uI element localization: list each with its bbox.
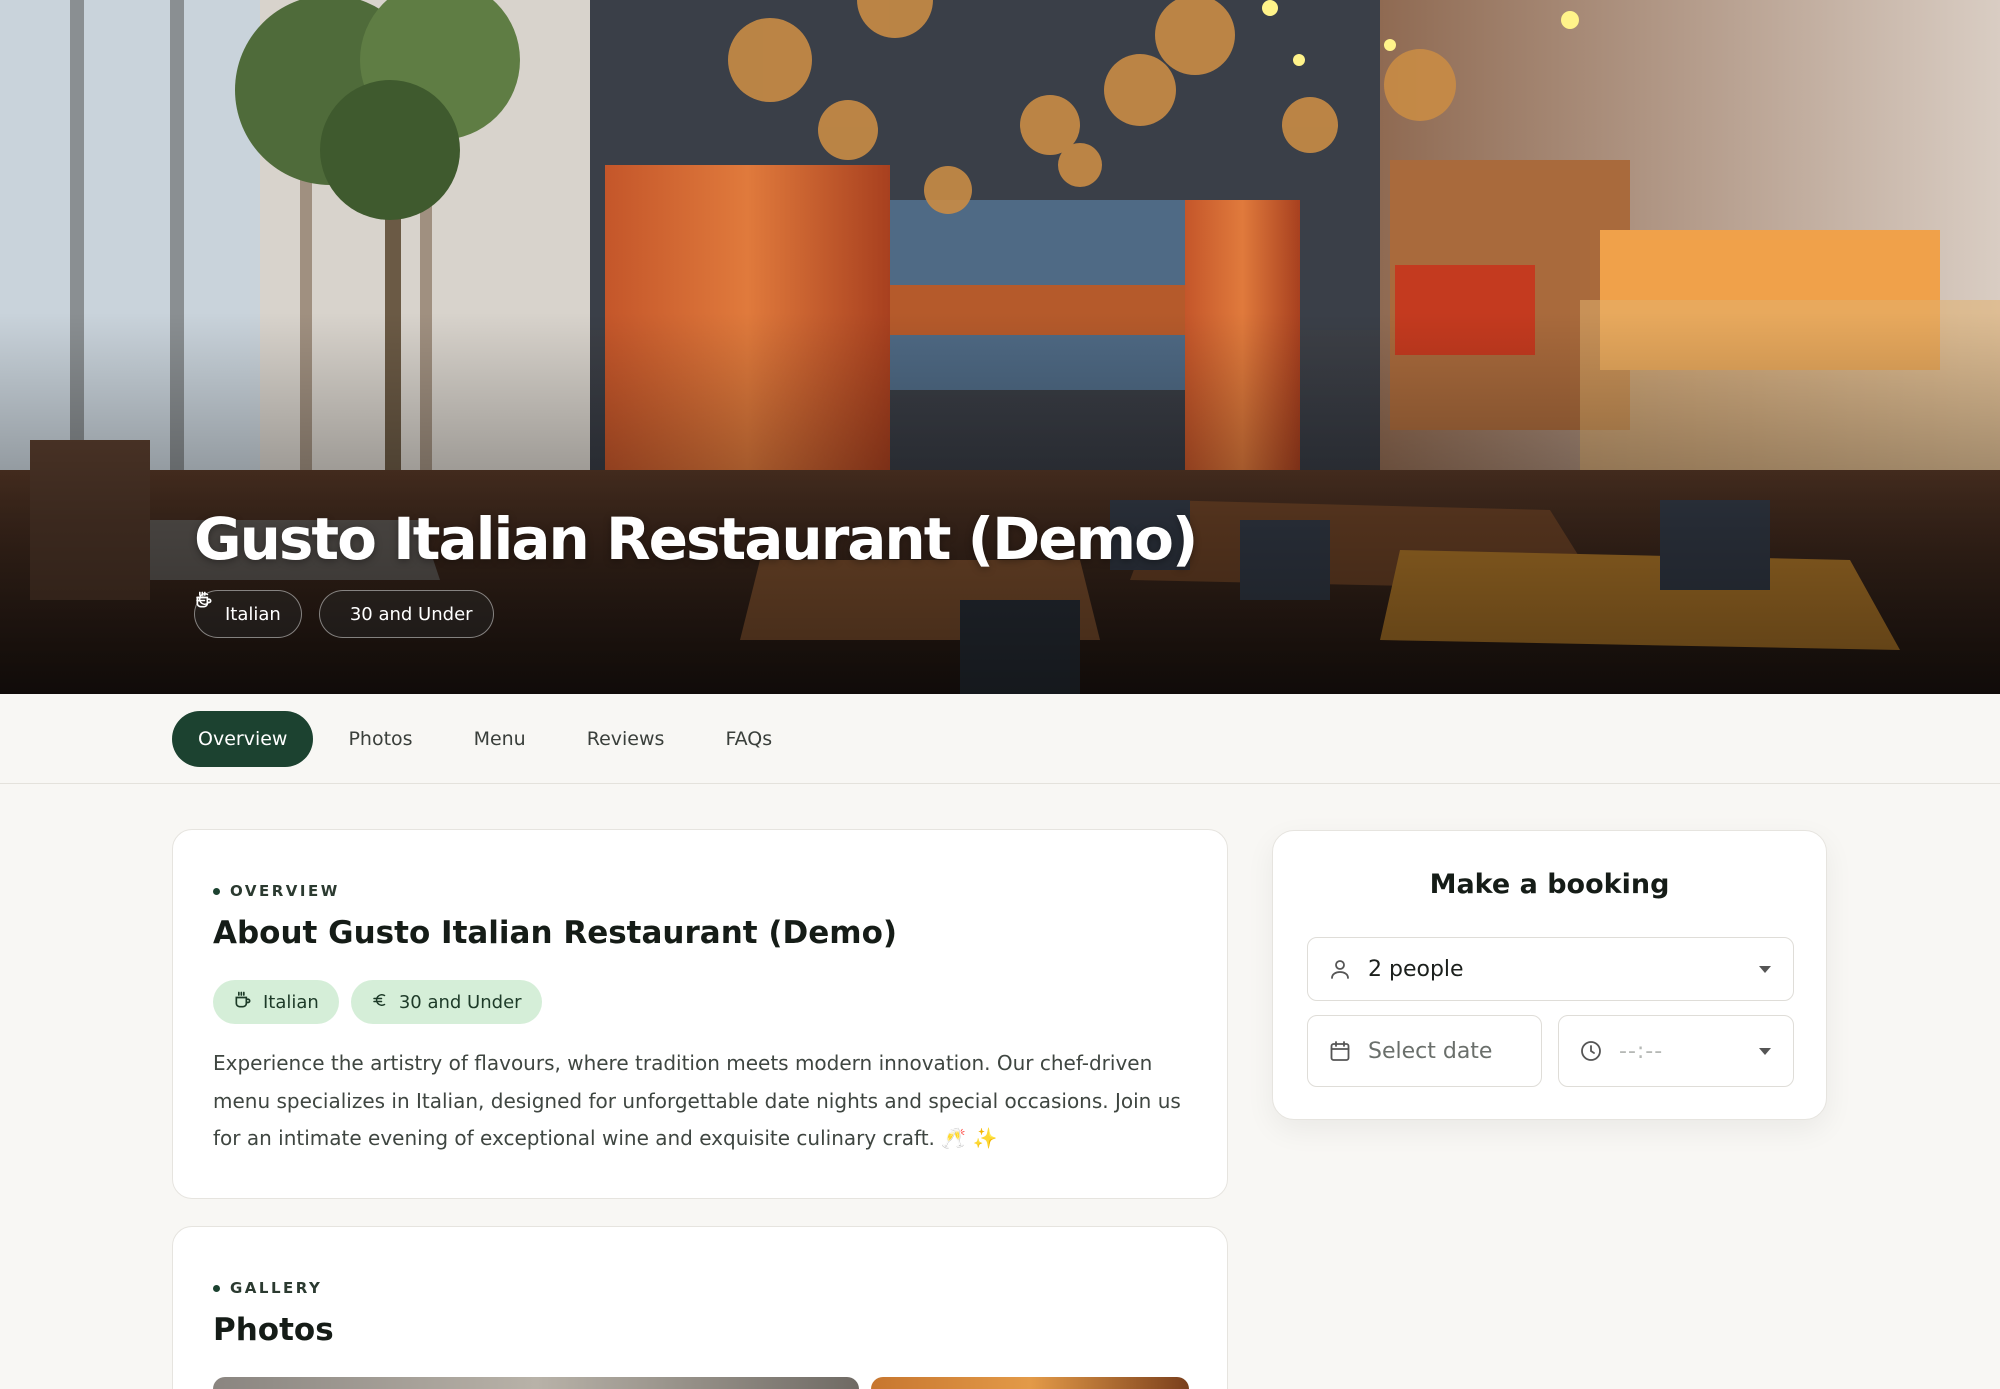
tab-reviews[interactable]: Reviews [561, 711, 691, 767]
bullet-dot [213, 887, 220, 895]
overview-card: OVERVIEW About Gusto Italian Restaurant … [172, 829, 1228, 1199]
tab-faqs[interactable]: FAQs [699, 711, 798, 767]
overview-title: About Gusto Italian Restaurant (Demo) [213, 915, 898, 951]
hero-banner: Gusto Italian Restaurant (Demo) Italian … [0, 0, 2000, 694]
overview-tags: Italian 30 and Under [213, 980, 542, 1024]
chevron-down-icon [1759, 1048, 1771, 1055]
date-picker[interactable]: Select date [1307, 1015, 1542, 1087]
booking-widget: Make a booking 2 people Select date --:-… [1272, 830, 1827, 1120]
chevron-down-icon [1759, 966, 1771, 973]
time-select[interactable]: --:-- [1558, 1015, 1794, 1087]
cuisine-label: Italian [225, 603, 281, 625]
clock-icon [1579, 1039, 1603, 1063]
price-badge: 30 and Under [196, 590, 494, 638]
euro-icon [371, 991, 389, 1014]
section-nav: Overview Photos Menu Reviews FAQs [0, 694, 2000, 784]
price-tag: 30 and Under [350, 980, 542, 1024]
coffee-cup-icon [233, 990, 253, 1015]
date-placeholder: Select date [1368, 1038, 1493, 1064]
price-label: 30 and Under [349, 603, 473, 625]
restaurant-name-heading: Gusto Italian Restaurant (Demo) [194, 505, 1198, 573]
party-size-select[interactable]: 2 people [1307, 937, 1794, 1001]
calendar-icon [1328, 1039, 1352, 1063]
booking-title: Make a booking [1429, 869, 1670, 900]
tab-menu[interactable]: Menu [448, 711, 552, 767]
party-size-value: 2 people [1368, 956, 1464, 982]
gallery-images [213, 1377, 1189, 1389]
overview-eyebrow: OVERVIEW [213, 882, 340, 900]
gallery-title: Photos [213, 1312, 334, 1348]
time-placeholder: --:-- [1619, 1038, 1664, 1064]
cuisine-tag: Italian [213, 980, 339, 1024]
gallery-card: GALLERY Photos [172, 1226, 1228, 1389]
gallery-eyebrow: GALLERY [213, 1279, 322, 1297]
overview-description: Experience the artistry of flavours, whe… [213, 1051, 1181, 1150]
tab-photos[interactable]: Photos [322, 711, 438, 767]
tab-overview[interactable]: Overview [172, 711, 314, 767]
bullet-dot [213, 1284, 220, 1292]
person-icon [1328, 957, 1352, 981]
gallery-photo[interactable] [871, 1377, 1189, 1389]
gallery-photo[interactable] [213, 1377, 859, 1389]
hero-tags: Italian 30 and Under [194, 590, 494, 638]
